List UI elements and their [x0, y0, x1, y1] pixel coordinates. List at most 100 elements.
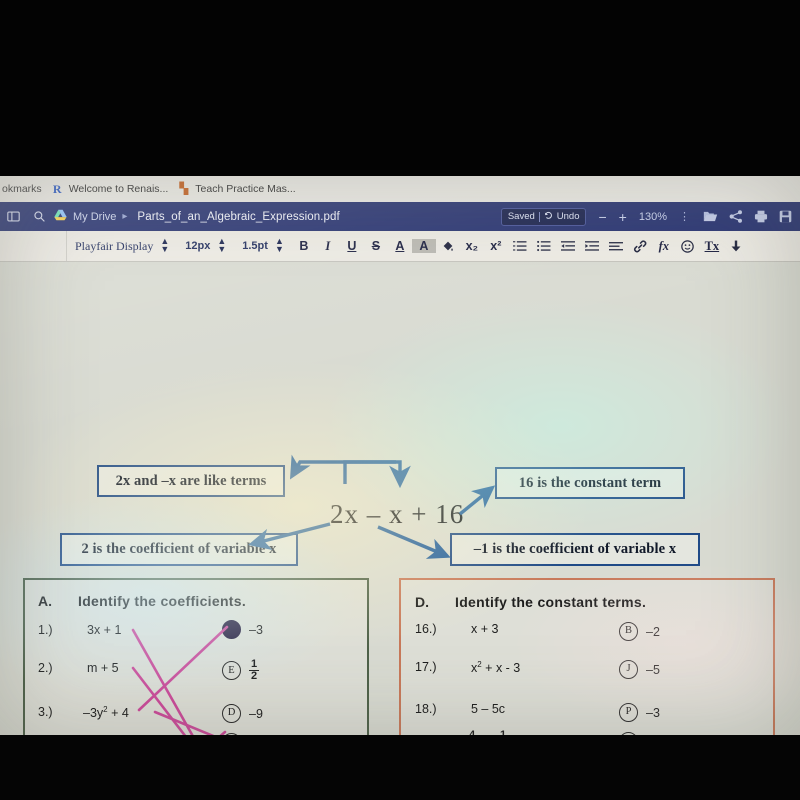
indent-increase-button[interactable]	[580, 240, 604, 252]
font-size-value: 12px	[185, 240, 211, 252]
subscript-button[interactable]: x₂	[460, 239, 484, 253]
option-filled-minus3[interactable]: –3	[222, 620, 263, 639]
callout-constant-term: 16 is the constant term	[495, 467, 685, 499]
option-B[interactable]: B –2	[619, 622, 660, 641]
section-title: Identify the coefficients.	[78, 593, 247, 609]
option-S[interactable]: S –2	[222, 733, 263, 735]
breadcrumb[interactable]: My Drive ▸	[54, 209, 127, 224]
question-number: 1.)	[38, 623, 53, 637]
zoom-controls: − + 130%	[598, 210, 667, 224]
chevron-updown-icon[interactable]: ▲ ▼	[217, 237, 226, 254]
answer-bubble[interactable]: E	[222, 661, 241, 681]
answer-bubble[interactable]: D	[222, 704, 241, 723]
question-number: 18.)	[415, 702, 437, 716]
chromebook-screen-photo: okmarks R Welcome to Renais... ▚ Teach P…	[0, 0, 800, 800]
chevron-right-icon: ▸	[122, 211, 128, 222]
indent-decrease-button[interactable]	[556, 240, 580, 252]
bookmarks-bar-label: okmarks	[2, 183, 42, 195]
option-J[interactable]: J –5	[619, 660, 660, 679]
teach-practice-favicon: ▚	[179, 182, 189, 195]
strikethrough-button[interactable]: S	[364, 239, 388, 253]
document-title: Parts_of_an_Algebraic_Expression.pdf	[137, 210, 340, 223]
share-icon[interactable]	[723, 210, 748, 223]
worksheet-panel-coefficients: A. Identify the coefficients. 1.) 3x + 1…	[23, 578, 369, 735]
undo-icon	[544, 211, 553, 223]
align-button[interactable]	[604, 240, 628, 252]
callout-coefficient-2: 2 is the coefficient of variable x	[60, 533, 298, 566]
line-thickness-select[interactable]: 1.5pt ▲ ▼	[234, 237, 292, 254]
screen-bezel-top	[0, 0, 800, 176]
fill-color-button[interactable]	[436, 239, 460, 253]
text-color-button[interactable]: A	[388, 239, 412, 253]
chevron-updown-icon[interactable]: ▲ ▼	[275, 237, 284, 254]
line-thickness-value: 1.5pt	[242, 240, 268, 252]
section-letter: D.	[415, 594, 429, 610]
format-toolbar: Playfair Display ▲ ▼ 12px ▲ ▼ 1.5pt ▲ ▼ B I…	[0, 231, 800, 262]
renaissance-favicon: R	[52, 182, 62, 196]
option-A[interactable]: A 5	[619, 732, 653, 735]
question-number: 2.)	[38, 661, 53, 675]
document-canvas[interactable]: 2x and –x are like terms 16 is the const…	[0, 262, 800, 735]
section-title: Identify the constant terms.	[455, 594, 647, 610]
worksheet-panel-constants: D. Identify the constant terms. 16.) x +…	[399, 578, 775, 735]
display-area: okmarks R Welcome to Renais... ▚ Teach P…	[0, 176, 800, 735]
clear-format-button[interactable]: Tx	[700, 239, 724, 254]
answer-bubble[interactable]: S	[222, 733, 241, 735]
highlight-button[interactable]: A	[411, 239, 436, 253]
answer-bubble[interactable]: J	[619, 660, 638, 679]
callout-like-terms: 2x and –x are like terms	[97, 465, 285, 497]
answer-bubble[interactable]: A	[619, 732, 638, 735]
zoom-in-button[interactable]: +	[619, 210, 627, 224]
question-expression: 43c – 12	[467, 729, 508, 735]
emoji-icon[interactable]	[676, 239, 700, 253]
question-expression: x + 3	[471, 622, 499, 636]
undo-label[interactable]: Undo	[557, 211, 580, 222]
question-number: 3.)	[38, 705, 53, 719]
answer-bubble[interactable]: B	[619, 622, 638, 641]
question-number: 16.)	[415, 622, 437, 636]
question-expression: –3y2 + 4	[83, 705, 129, 721]
font-family-select[interactable]: Playfair Display ▲ ▼	[67, 237, 177, 254]
option-D[interactable]: D –9	[222, 704, 263, 723]
fraction-1-over-2: 12	[249, 658, 260, 683]
option-value: –3	[646, 705, 660, 720]
option-E[interactable]: E 12	[222, 658, 260, 683]
bulleted-list-button[interactable]	[532, 240, 556, 252]
save-status-pill[interactable]: Saved Undo	[500, 207, 587, 226]
bookmark-teach-practice[interactable]: ▚ Teach Practice Mas...	[177, 182, 296, 196]
more-vertical-icon[interactable]: ⋮	[679, 210, 690, 223]
option-value: –3	[249, 622, 263, 637]
panel-toggle-icon[interactable]	[0, 210, 26, 223]
formula-button[interactable]: fx	[652, 239, 676, 254]
app-header-right-controls: Saved Undo − + 130% ⋮	[500, 207, 800, 226]
question-expression: 5 – 5c	[471, 702, 506, 716]
italic-button[interactable]: I	[316, 239, 340, 254]
answer-bubble[interactable]: P	[619, 703, 638, 722]
link-icon[interactable]	[628, 239, 652, 253]
section-letter: A.	[38, 593, 52, 609]
bookmark-renaissance[interactable]: R Welcome to Renais...	[51, 182, 169, 196]
open-folder-icon[interactable]	[698, 210, 723, 223]
answer-bubble[interactable]	[222, 620, 241, 639]
worksheet-left-heading: A. Identify the coefficients.	[38, 593, 246, 609]
question-expression: m + 5	[87, 661, 119, 675]
fraction-4-over-3: 43	[467, 729, 477, 735]
zoom-out-button[interactable]: −	[598, 210, 606, 224]
chevron-updown-icon[interactable]: ▲ ▼	[160, 237, 169, 254]
font-size-select[interactable]: 12px ▲ ▼	[177, 237, 234, 254]
option-P[interactable]: P –3	[619, 703, 660, 722]
fraction-1-over-2: 12	[498, 729, 508, 735]
bold-button[interactable]: B	[292, 239, 316, 253]
breadcrumb-my-drive[interactable]: My Drive	[73, 211, 116, 223]
bookmark-label: Welcome to Renais...	[68, 183, 169, 195]
download-icon[interactable]	[724, 240, 748, 253]
numbered-list-button[interactable]	[508, 240, 532, 252]
save-icon[interactable]	[773, 210, 798, 223]
superscript-button[interactable]: x²	[484, 239, 508, 253]
saved-label: Saved	[507, 211, 535, 222]
underline-button[interactable]: U	[340, 239, 364, 253]
search-icon[interactable]	[26, 210, 52, 223]
worksheet-right-heading: D. Identify the constant terms.	[415, 594, 646, 610]
font-family-value: Playfair Display	[75, 238, 154, 253]
print-icon[interactable]	[748, 210, 773, 223]
